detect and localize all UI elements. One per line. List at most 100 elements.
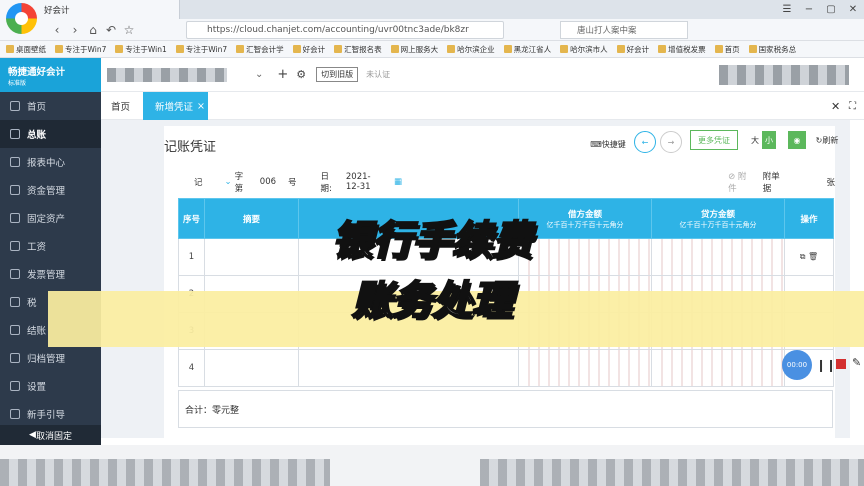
shortcut-button[interactable]: ⌨ 快捷键 [588, 135, 628, 153]
cell-account[interactable] [298, 349, 519, 387]
overlay-title-2: 账务处理 [351, 277, 513, 325]
add-icon[interactable]: + [277, 67, 288, 82]
prev-voucher-icon[interactable]: ← [634, 131, 656, 153]
status-bar [0, 445, 864, 486]
tab-close-icon[interactable]: × [197, 101, 205, 112]
search-box[interactable]: 唐山打人案中案 [560, 21, 688, 39]
folder-icon [616, 45, 625, 53]
brand[interactable]: 畅捷通好会计 标准版 [0, 58, 101, 92]
bookmark-label: 网上服务大 [400, 44, 439, 54]
bookmark-item[interactable]: 好会计 [616, 44, 649, 55]
attach-unit: 张 [826, 178, 836, 188]
sidebar-item-label: 设置 [27, 382, 47, 393]
fullscreen-icon[interactable]: ⛶ [849, 92, 856, 120]
bookmark-item[interactable]: 汇智报名表 [334, 44, 382, 55]
folder-icon [390, 45, 399, 53]
pause-icon[interactable]: ❙❙ [816, 358, 836, 372]
sidebar-item-label: 资金管理 [27, 186, 66, 197]
bookmark-item[interactable]: 专注于Win7 [55, 44, 106, 55]
browser-logo-icon [6, 3, 37, 34]
sidebar-item[interactable]: 新手引导 [0, 400, 101, 428]
account-selector-blurred[interactable] [107, 67, 227, 82]
gear-icon[interactable]: ⚙ [296, 68, 306, 81]
bookmark-label: 首页 [724, 44, 740, 54]
sidebar-item-label: 报表中心 [27, 158, 66, 169]
unpin-button[interactable]: ◀ 取消固定 [0, 425, 101, 445]
next-voucher-icon[interactable]: → [660, 131, 682, 153]
search-text: 唐山打人案中案 [577, 26, 637, 36]
bookmark-item[interactable]: 哈尔滨市人 [560, 44, 608, 55]
voucher-word: 记 [194, 178, 203, 188]
voucher-number[interactable]: 006 [260, 177, 276, 187]
back-icon[interactable]: ‹ [48, 23, 66, 37]
eye-icon[interactable]: ◉ [788, 131, 806, 149]
bookmark-label: 黑龙江省人 [513, 44, 552, 54]
cell-summary[interactable] [204, 349, 299, 387]
tab-new-voucher-label: 新增凭证 [155, 102, 194, 113]
sidebar-item[interactable]: 总账 [0, 120, 101, 148]
app-topbar: ⌄ + ⚙ 切到旧版 未认证 [101, 58, 864, 92]
size-small-button[interactable]: 小 [762, 131, 776, 149]
bookmark-label: 专注于Win7 [65, 44, 107, 54]
tab-new-voucher[interactable]: 新增凭证 × [143, 92, 208, 120]
bookmark-item[interactable]: 汇智会计学 [236, 44, 284, 55]
size-large-button[interactable]: 大 [748, 131, 762, 149]
folder-icon [6, 45, 14, 53]
date-field[interactable]: 2021-12-31 [346, 172, 384, 192]
bookmark-item[interactable]: 桌面壁纸 [6, 44, 46, 55]
sidebar-item[interactable]: 资金管理 [0, 176, 101, 204]
bookmark-item[interactable]: 黑龙江省人 [503, 44, 552, 55]
close-page-icon[interactable]: ✕ [831, 92, 840, 120]
menu-icon[interactable]: ☰ [776, 0, 798, 19]
bookmark-item[interactable]: 国家税务总 [748, 44, 796, 55]
home-icon [10, 101, 20, 111]
bookmarks-bar: 桌面壁纸 专注于Win7 专注于Win1 专注于Win7 汇智会计学 好会计 汇智报名表 网上… [0, 41, 864, 58]
money-icon [10, 185, 20, 195]
refresh-button[interactable]: ↻ 刷新 [812, 131, 842, 149]
bookmark-label: 汇智会计学 [246, 44, 284, 54]
sidebar-item-label: 首页 [27, 102, 47, 113]
folder-icon [560, 45, 569, 53]
recorder-widget[interactable]: 00:00 [782, 350, 812, 380]
address-bar[interactable]: https://cloud.chanjet.com/accounting/uvr… [186, 21, 504, 39]
sidebar-item[interactable]: 归档管理 [0, 344, 101, 372]
more-voucher-button[interactable]: 更多凭证 [690, 130, 738, 150]
bookmark-item[interactable]: 专注于Win1 [115, 44, 167, 55]
undo-icon[interactable]: ↶ [102, 23, 120, 37]
cell-seq: 4 [178, 349, 205, 387]
bookmark-item[interactable]: 增值税发票 [658, 44, 706, 55]
folder-icon [334, 45, 343, 53]
switch-old-button[interactable]: 切到旧版 [316, 67, 359, 82]
folder-icon [236, 45, 245, 53]
home-nav-icon[interactable]: ⌂ [84, 23, 102, 37]
cell-debit[interactable] [518, 349, 652, 387]
word-type[interactable]: 字第 [235, 170, 248, 194]
close-window-icon[interactable]: ✕ [842, 0, 864, 19]
brand-sub: 标准版 [8, 79, 27, 87]
maximize-icon[interactable]: ▢ [820, 0, 842, 19]
cell-credit[interactable] [651, 349, 785, 387]
chevron-down-icon[interactable]: ⌄ [255, 69, 263, 80]
calendar-icon[interactable]: ▦ [394, 177, 402, 187]
sidebar-item-label: 总账 [27, 130, 47, 141]
bookmark-item[interactable]: 专注于Win7 [175, 44, 227, 55]
sidebar-item[interactable]: 设置 [0, 372, 101, 400]
bookmark-item[interactable]: 好会计 [292, 44, 326, 55]
minimize-icon[interactable]: − [798, 0, 820, 19]
bookmark-label: 好会计 [302, 44, 326, 54]
pen-icon[interactable]: ✎ [852, 356, 861, 369]
sidebar-item[interactable]: 首页 [0, 92, 101, 120]
bookmark-item[interactable]: 哈尔滨企业 [447, 44, 495, 55]
date-label: 日期: [320, 172, 332, 194]
forward-icon[interactable]: › [66, 23, 84, 37]
attach-button[interactable]: ⊘ 附件 [728, 170, 749, 194]
star-icon[interactable]: ☆ [120, 23, 138, 37]
page-tabs: 首页 新增凭证 × ✕ ⛶ [101, 92, 864, 120]
word-dropdown-icon[interactable]: ⌄ [225, 177, 232, 187]
tab-home[interactable]: 首页 [111, 92, 130, 120]
sidebar-item[interactable]: 报表中心 [0, 148, 101, 176]
stop-icon[interactable] [836, 359, 846, 369]
bookmark-item[interactable]: 首页 [714, 44, 740, 55]
bookmark-item[interactable]: 网上服务大 [390, 44, 439, 55]
taskbar-blurred [0, 459, 330, 486]
